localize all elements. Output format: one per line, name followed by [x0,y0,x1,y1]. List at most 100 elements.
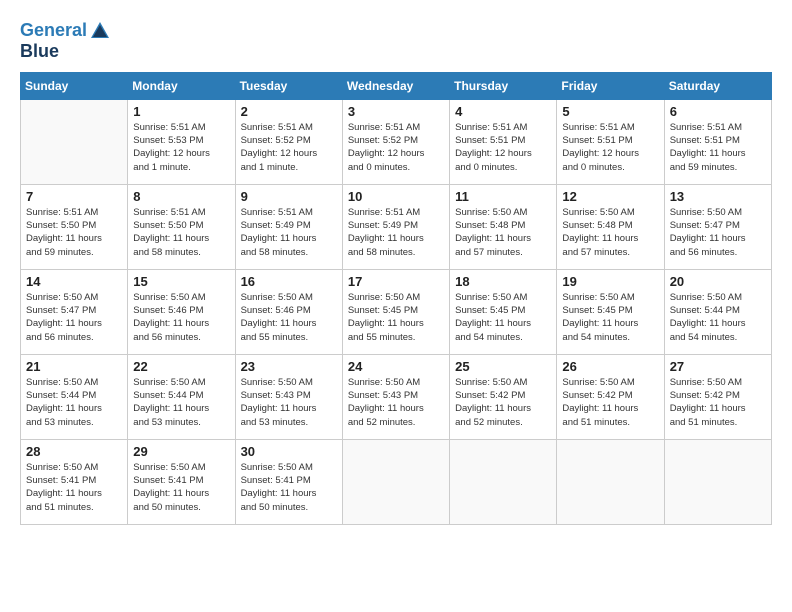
day-number: 13 [670,189,766,204]
calendar-cell [342,439,449,524]
day-info: Sunrise: 5:50 AM Sunset: 5:48 PM Dayligh… [562,206,658,259]
day-number: 10 [348,189,444,204]
day-number: 12 [562,189,658,204]
calendar-cell: 5Sunrise: 5:51 AM Sunset: 5:51 PM Daylig… [557,99,664,184]
calendar-cell: 28 Sunrise: 5:50 AM Sunset: 5:41 PM Dayli… [21,439,128,524]
calendar-cell: 16 Sunrise: 5:50 AM Sunset: 5:46 PM Dayli… [235,269,342,354]
day-header-thursday: Thursday [450,72,557,99]
day-number: 8 [133,189,229,204]
calendar-cell [557,439,664,524]
calendar-cell [21,99,128,184]
day-info: Sunrise: 5:51 AM Sunset: 5:51 PM Dayligh… [562,121,658,174]
logo-text: General [20,20,111,42]
day-number: 19 [562,274,658,289]
day-number: 24 [348,359,444,374]
day-info: Sunrise: 5:50 AM Sunset: 5:41 PM Dayligh… [26,461,122,514]
day-header-tuesday: Tuesday [235,72,342,99]
day-info: Sunrise: 5:50 AM Sunset: 5:45 PM Dayligh… [348,291,444,344]
day-number: 29 [133,444,229,459]
day-info: Sunrise: 5:51 AM Sunset: 5:51 PM Dayligh… [455,121,551,174]
logo-blue: Blue [20,42,111,62]
calendar-cell: 11Sunrise: 5:50 AM Sunset: 5:48 PM Dayli… [450,184,557,269]
day-info: Sunrise: 5:50 AM Sunset: 5:45 PM Dayligh… [562,291,658,344]
day-number: 1 [133,104,229,119]
calendar-cell: 9 Sunrise: 5:51 AM Sunset: 5:49 PM Daylig… [235,184,342,269]
day-number: 2 [241,104,337,119]
day-number: 25 [455,359,551,374]
day-info: Sunrise: 5:50 AM Sunset: 5:42 PM Dayligh… [562,376,658,429]
day-info: Sunrise: 5:51 AM Sunset: 5:53 PM Dayligh… [133,121,229,174]
calendar-cell: 3 Sunrise: 5:51 AM Sunset: 5:52 PM Daylig… [342,99,449,184]
day-info: Sunrise: 5:51 AM Sunset: 5:52 PM Dayligh… [348,121,444,174]
day-number: 20 [670,274,766,289]
calendar-cell: 12 Sunrise: 5:50 AM Sunset: 5:48 PM Dayli… [557,184,664,269]
calendar-header-row: SundayMondayTuesdayWednesdayThursdayFrid… [21,72,772,99]
day-info: Sunrise: 5:51 AM Sunset: 5:50 PM Dayligh… [133,206,229,259]
calendar-cell [664,439,771,524]
day-number: 9 [241,189,337,204]
day-info: Sunrise: 5:51 AM Sunset: 5:52 PM Dayligh… [241,121,337,174]
calendar-cell: 8 Sunrise: 5:51 AM Sunset: 5:50 PM Daylig… [128,184,235,269]
day-number: 21 [26,359,122,374]
calendar-week-3: 14 Sunrise: 5:50 AM Sunset: 5:47 PM Dayli… [21,269,772,354]
day-number: 3 [348,104,444,119]
day-number: 14 [26,274,122,289]
day-info: Sunrise: 5:50 AM Sunset: 5:44 PM Dayligh… [670,291,766,344]
calendar-cell: 19 Sunrise: 5:50 AM Sunset: 5:45 PM Dayli… [557,269,664,354]
calendar-week-2: 7 Sunrise: 5:51 AM Sunset: 5:50 PM Daylig… [21,184,772,269]
calendar-cell [450,439,557,524]
day-number: 28 [26,444,122,459]
calendar-cell: 25Sunrise: 5:50 AM Sunset: 5:42 PM Dayli… [450,354,557,439]
calendar-cell: 26 Sunrise: 5:50 AM Sunset: 5:42 PM Dayli… [557,354,664,439]
logo: General Blue [20,20,111,62]
day-header-saturday: Saturday [664,72,771,99]
calendar-cell: 10 Sunrise: 5:51 AM Sunset: 5:49 PM Dayli… [342,184,449,269]
calendar-cell: 21 Sunrise: 5:50 AM Sunset: 5:44 PM Dayli… [21,354,128,439]
calendar-cell: 22 Sunrise: 5:50 AM Sunset: 5:44 PM Dayli… [128,354,235,439]
day-number: 22 [133,359,229,374]
day-info: Sunrise: 5:51 AM Sunset: 5:49 PM Dayligh… [241,206,337,259]
calendar-week-4: 21 Sunrise: 5:50 AM Sunset: 5:44 PM Dayli… [21,354,772,439]
calendar-cell: 30 Sunrise: 5:50 AM Sunset: 5:41 PM Dayli… [235,439,342,524]
day-info: Sunrise: 5:51 AM Sunset: 5:51 PM Dayligh… [670,121,766,174]
calendar-cell: 2 Sunrise: 5:51 AM Sunset: 5:52 PM Daylig… [235,99,342,184]
day-info: Sunrise: 5:50 AM Sunset: 5:47 PM Dayligh… [670,206,766,259]
day-info: Sunrise: 5:50 AM Sunset: 5:41 PM Dayligh… [241,461,337,514]
calendar-cell: 7 Sunrise: 5:51 AM Sunset: 5:50 PM Daylig… [21,184,128,269]
day-info: Sunrise: 5:50 AM Sunset: 5:43 PM Dayligh… [241,376,337,429]
day-info: Sunrise: 5:50 AM Sunset: 5:44 PM Dayligh… [133,376,229,429]
day-header-wednesday: Wednesday [342,72,449,99]
calendar-cell: 24 Sunrise: 5:50 AM Sunset: 5:43 PM Dayli… [342,354,449,439]
day-info: Sunrise: 5:51 AM Sunset: 5:50 PM Dayligh… [26,206,122,259]
day-info: Sunrise: 5:50 AM Sunset: 5:42 PM Dayligh… [670,376,766,429]
day-info: Sunrise: 5:51 AM Sunset: 5:49 PM Dayligh… [348,206,444,259]
calendar-cell: 23 Sunrise: 5:50 AM Sunset: 5:43 PM Dayli… [235,354,342,439]
day-info: Sunrise: 5:50 AM Sunset: 5:43 PM Dayligh… [348,376,444,429]
calendar-cell: 27 Sunrise: 5:50 AM Sunset: 5:42 PM Dayli… [664,354,771,439]
day-info: Sunrise: 5:50 AM Sunset: 5:46 PM Dayligh… [241,291,337,344]
calendar-cell: 1 Sunrise: 5:51 AM Sunset: 5:53 PM Daylig… [128,99,235,184]
day-number: 18 [455,274,551,289]
calendar-cell: 15Sunrise: 5:50 AM Sunset: 5:46 PM Dayli… [128,269,235,354]
day-number: 15 [133,274,229,289]
day-number: 7 [26,189,122,204]
day-number: 4 [455,104,551,119]
calendar-cell: 18 Sunrise: 5:50 AM Sunset: 5:45 PM Dayli… [450,269,557,354]
day-number: 16 [241,274,337,289]
day-number: 27 [670,359,766,374]
day-info: Sunrise: 5:50 AM Sunset: 5:47 PM Dayligh… [26,291,122,344]
page-header: General Blue [20,20,772,62]
day-number: 26 [562,359,658,374]
day-number: 17 [348,274,444,289]
day-header-monday: Monday [128,72,235,99]
day-info: Sunrise: 5:50 AM Sunset: 5:45 PM Dayligh… [455,291,551,344]
calendar-cell: 17 Sunrise: 5:50 AM Sunset: 5:45 PM Dayli… [342,269,449,354]
day-header-sunday: Sunday [21,72,128,99]
calendar-cell: 20 Sunrise: 5:50 AM Sunset: 5:44 PM Dayli… [664,269,771,354]
calendar-week-5: 28 Sunrise: 5:50 AM Sunset: 5:41 PM Dayli… [21,439,772,524]
day-info: Sunrise: 5:50 AM Sunset: 5:44 PM Dayligh… [26,376,122,429]
day-number: 11 [455,189,551,204]
day-info: Sunrise: 5:50 AM Sunset: 5:41 PM Dayligh… [133,461,229,514]
day-number: 30 [241,444,337,459]
day-number: 23 [241,359,337,374]
